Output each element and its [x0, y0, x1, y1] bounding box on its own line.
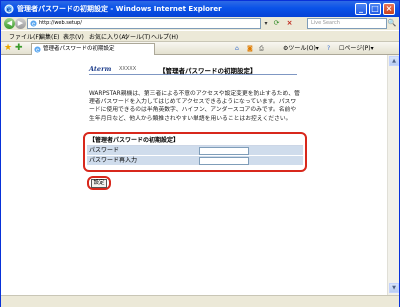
scroll-up-icon[interactable]: ▲	[389, 56, 399, 66]
password-confirm-input[interactable]	[199, 157, 249, 165]
close-button[interactable]: ×	[383, 3, 395, 15]
search-input[interactable]: Live Search	[307, 18, 387, 29]
status-bar	[1, 295, 399, 307]
brand-logo: Aterm	[89, 65, 112, 73]
brand-model: XXXXX	[119, 66, 137, 72]
forward-button[interactable]: ▶	[15, 18, 26, 29]
window-title: 管理者パスワードの初期設定 - Windows Internet Explore…	[17, 5, 222, 13]
favorites-bar: ★ ✚ e 管理者パスワードの初期設定 ⌂ ◙ ⎙ ⚙ツール(O)▾ ? ☐ペー…	[1, 41, 399, 55]
menu-view[interactable]: 表示(V)	[63, 32, 84, 41]
menu-help[interactable]: ヘルプ(H)	[151, 32, 178, 41]
address-dropdown-icon[interactable]: ▾	[262, 18, 270, 29]
home-icon[interactable]: ⌂	[235, 44, 239, 53]
scroll-down-icon[interactable]: ▼	[389, 283, 399, 293]
address-bar: ◀ ▶ e http://web.setup/ ▾ ⟳ × Live Searc…	[1, 17, 399, 30]
page-description: WARPSTAR親機は、第三者による不意のアクセスや設定変更を防止するため、管理…	[89, 91, 300, 122]
address-url: http://web.setup/	[39, 20, 82, 26]
back-button[interactable]: ◀	[4, 18, 15, 29]
password-input[interactable]	[199, 147, 249, 155]
page-menu[interactable]: ☐ページ(P)▾	[339, 44, 374, 53]
tools-label: ツール(O)	[288, 45, 316, 52]
password-row: パスワード	[87, 146, 303, 156]
refresh-icon[interactable]: ⟳	[271, 18, 282, 29]
add-favorite-icon[interactable]: ✚	[15, 44, 23, 53]
menu-favorites[interactable]: お気に入り(A)	[89, 32, 128, 41]
svg-text:e: e	[7, 5, 12, 14]
maximize-button[interactable]: □	[369, 3, 381, 15]
print-icon[interactable]: ⎙	[259, 44, 264, 53]
password-confirm-label: パスワード再入力	[89, 157, 138, 164]
ie-logo-icon: e	[4, 4, 14, 14]
page-content: Aterm XXXXX 【管理者パスワードの初期設定】 WARPSTAR親機は、…	[1, 55, 387, 295]
stop-icon[interactable]: ×	[284, 18, 295, 29]
menu-tools[interactable]: ツール(T)	[124, 32, 150, 41]
set-button[interactable]: 設定	[91, 179, 107, 188]
svg-text:e: e	[32, 21, 35, 27]
help-icon[interactable]: ?	[327, 44, 330, 53]
search-placeholder: Live Search	[311, 20, 340, 26]
menu-bar: ファイル(F) 編集(E) 表示(V) お気に入り(A) ツール(T) ヘルプ(…	[1, 30, 399, 41]
page-label: ページ(P)	[344, 45, 371, 52]
vertical-scrollbar[interactable]: ▲ ▼	[387, 55, 399, 295]
password-confirm-row: パスワード再入力	[87, 156, 303, 166]
feeds-icon[interactable]: ◙	[247, 44, 253, 53]
favorites-star-icon[interactable]: ★	[4, 44, 12, 53]
password-form: 【管理者パスワードの初期設定】 パスワード パスワード再入力	[87, 136, 303, 166]
tab-title: 管理者パスワードの初期設定	[43, 46, 115, 52]
address-input[interactable]: e http://web.setup/	[27, 18, 261, 29]
page-header: Aterm XXXXX 【管理者パスワードの初期設定】	[89, 65, 297, 75]
title-bar: e 管理者パスワードの初期設定 - Windows Internet Explo…	[1, 1, 399, 17]
svg-text:e: e	[36, 47, 39, 53]
search-icon[interactable]: 🔍	[387, 18, 397, 29]
tab-page-icon: e	[34, 46, 41, 53]
tab-current[interactable]: e 管理者パスワードの初期設定	[31, 43, 155, 55]
page-icon: e	[30, 20, 37, 27]
menu-file[interactable]: ファイル(F)	[9, 32, 41, 41]
browser-window: e 管理者パスワードの初期設定 - Windows Internet Explo…	[0, 0, 400, 307]
page-title: 【管理者パスワードの初期設定】	[159, 67, 257, 75]
minimize-button[interactable]: _	[355, 3, 367, 15]
password-label: パスワード	[89, 147, 120, 154]
tools-menu[interactable]: ⚙ツール(O)▾	[283, 44, 319, 53]
menu-edit[interactable]: 編集(E)	[39, 32, 59, 41]
form-title: 【管理者パスワードの初期設定】	[87, 136, 303, 146]
